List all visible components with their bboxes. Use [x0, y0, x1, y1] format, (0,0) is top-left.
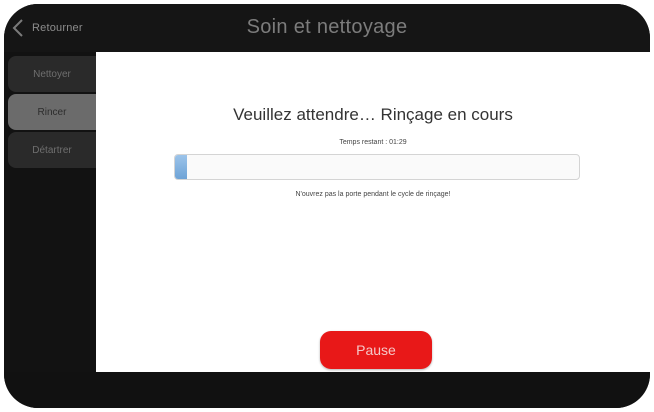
- sidebar-item-label: Détartrer: [32, 144, 72, 156]
- sidebar-item-label: Nettoyer: [33, 68, 71, 80]
- main-panel: Veuillez attendre… Rinçage en cours Temp…: [96, 52, 650, 372]
- status-heading: Veuillez attendre… Rinçage en cours: [233, 105, 513, 124]
- sidebar-item-detartrer[interactable]: Détartrer: [8, 132, 96, 168]
- progress-bar: [174, 154, 580, 180]
- progress-bar-fill: [175, 155, 188, 179]
- page-title: Soin et nettoyage: [246, 16, 408, 38]
- pause-button[interactable]: Pause: [320, 331, 432, 369]
- sidebar-item-nettoyer[interactable]: Nettoyer: [8, 56, 96, 92]
- bottom-bezel: [4, 372, 650, 408]
- device-screen: Retourner Soin et nettoyage Nettoyer Rin…: [4, 4, 650, 408]
- door-warning: N'ouvrez pas la porte pendant le cycle d…: [295, 191, 451, 198]
- sidebar-item-label: Rincer: [37, 106, 67, 118]
- sidebar-item-rincer[interactable]: Rincer: [8, 94, 96, 130]
- sidebar: Nettoyer Rincer Détartrer: [4, 52, 96, 372]
- header-bar: Retourner Soin et nettoyage: [4, 4, 650, 52]
- time-remaining: Temps restant : 01:29: [339, 139, 407, 146]
